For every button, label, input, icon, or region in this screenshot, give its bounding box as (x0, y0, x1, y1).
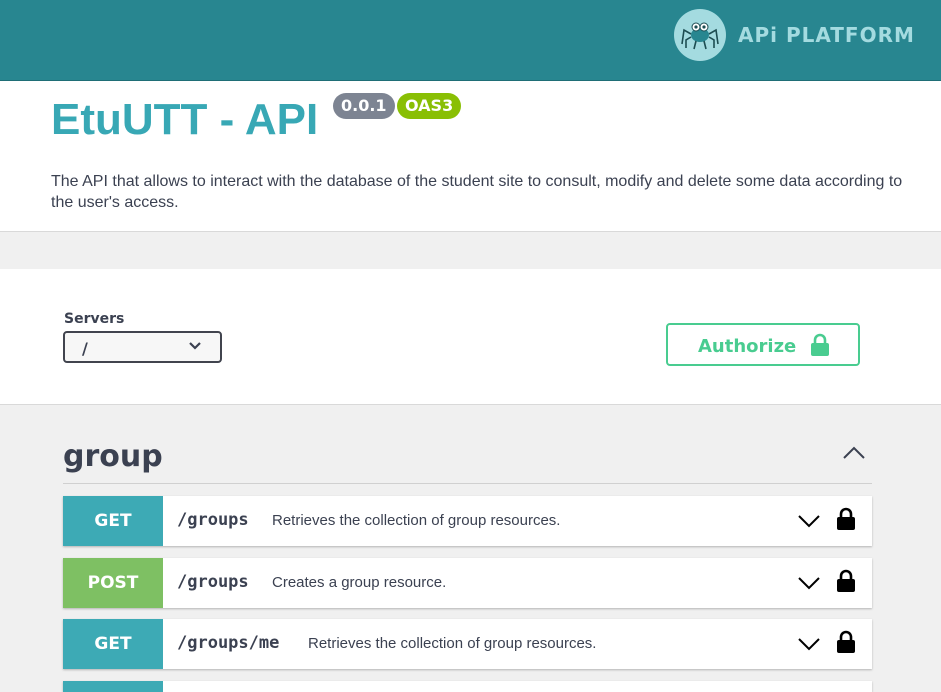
servers-label: Servers (64, 311, 125, 327)
method-badge (63, 681, 163, 692)
server-select-value: / (82, 339, 88, 358)
brand-text: APi PLATFORM (738, 23, 915, 47)
spider-logo-icon (674, 9, 726, 61)
operation-summary: Retrieves the collection of group resour… (308, 635, 597, 652)
operation-path: /groups (177, 510, 249, 530)
api-info: EtuUTT - API 0.0.1 OAS3 The API that all… (0, 81, 941, 232)
method-badge: POST (63, 558, 163, 608)
authorize-label: Authorize (698, 336, 797, 357)
operation-row[interactable]: GET /groups Retrieves the collection of … (63, 496, 872, 546)
operation-row[interactable]: GET /groups/me Retrieves the collection … (63, 619, 872, 669)
lock-icon[interactable] (836, 507, 856, 531)
chevron-down-icon[interactable] (797, 575, 821, 591)
api-description: The API that allows to interact with the… (51, 173, 903, 211)
spec-badge: OAS3 (397, 93, 462, 119)
server-select[interactable]: / (63, 331, 222, 363)
operation-path: /groups/me (177, 633, 280, 653)
version-badge: 0.0.1 (333, 93, 395, 119)
servers-panel: Servers / Authorize (0, 269, 941, 405)
operation-summary: Retrieves the collection of group resour… (272, 512, 561, 529)
operation-path: /groups (177, 572, 249, 592)
tag-title: group (63, 439, 163, 474)
method-badge: GET (63, 619, 163, 669)
chevron-down-icon[interactable] (797, 513, 821, 529)
chevron-down-icon (189, 342, 201, 350)
api-platform-brand[interactable]: APi PLATFORM (674, 9, 915, 61)
top-bar: APi PLATFORM (0, 0, 941, 81)
chevron-up-icon[interactable] (842, 445, 866, 461)
chevron-down-icon[interactable] (797, 636, 821, 652)
lock-icon[interactable] (836, 630, 856, 654)
tag-section-header[interactable]: group (63, 437, 872, 484)
authorize-button[interactable]: Authorize (666, 323, 860, 366)
operation-row[interactable] (63, 681, 872, 692)
lock-icon[interactable] (836, 569, 856, 593)
page-title: EtuUTT - API (51, 95, 319, 144)
method-badge: GET (63, 496, 163, 546)
operation-row[interactable]: POST /groups Creates a group resource. (63, 558, 872, 608)
operation-summary: Creates a group resource. (272, 574, 447, 591)
lock-icon (811, 333, 829, 356)
